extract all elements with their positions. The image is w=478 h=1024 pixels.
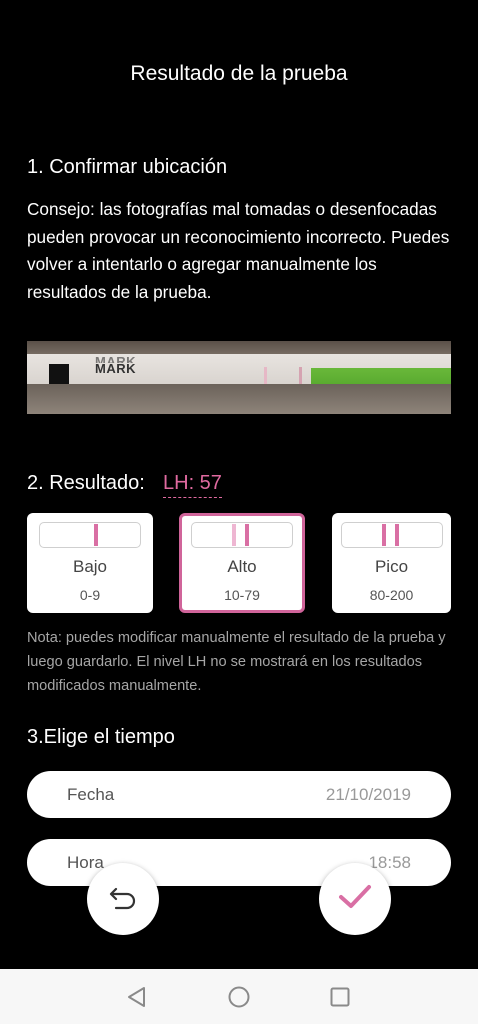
test-line-mark (245, 524, 249, 546)
undo-button[interactable] (87, 863, 159, 935)
result-option-bajo[interactable]: Bajo 0-9 (27, 513, 153, 613)
tip-text: Consejo: las fotografías mal tomadas o d… (27, 199, 450, 302)
home-circle-icon[interactable] (225, 983, 253, 1011)
date-label: Fecha (67, 785, 115, 804)
date-field[interactable]: Fecha 21/10/2019 (27, 771, 451, 818)
step2-title: 2. Resultado: (27, 472, 145, 494)
strip-indicator (191, 522, 293, 548)
control-line-mark (382, 524, 386, 546)
control-line-mark (232, 524, 236, 546)
lh-value[interactable]: LH: 57 (163, 472, 222, 498)
strip-background (27, 384, 451, 414)
strip-brand-text: MARK MARK (95, 356, 136, 376)
option-range: 0-9 (79, 587, 101, 603)
test-line-mark (395, 524, 399, 546)
option-label: Alto (227, 557, 257, 576)
step1-title: 1. Confirmar ubicación (27, 156, 228, 178)
strip-indicator (341, 522, 443, 548)
recents-square-icon[interactable] (326, 983, 354, 1011)
step3-title: 3.Elige el tiempo (27, 726, 175, 748)
date-value: 21/10/2019 (325, 785, 411, 804)
strip-indicator (39, 522, 141, 548)
option-label: Bajo (72, 557, 108, 576)
confirm-button[interactable] (319, 863, 391, 935)
strip-band: MARK MARK (27, 354, 451, 397)
undo-icon (106, 880, 140, 919)
page-title: Resultado de la prueba (130, 62, 348, 85)
option-label: Pico (374, 557, 409, 576)
option-range: 80-200 (369, 587, 414, 603)
back-triangle-icon[interactable] (123, 983, 151, 1011)
result-option-pico[interactable]: Pico 80-200 (332, 513, 451, 613)
check-icon (336, 878, 374, 921)
option-range: 10-79 (224, 587, 260, 603)
strip-logo (49, 364, 69, 384)
time-label: Hora (67, 853, 104, 872)
test-line-mark (94, 524, 98, 546)
note-text: Nota: puedes modificar manualmente el re… (27, 630, 446, 694)
time-field[interactable]: Hora 18:58 (27, 839, 451, 886)
test-strip-photo[interactable]: MARK MARK (27, 341, 451, 414)
result-option-alto[interactable]: Alto 10-79 (179, 513, 305, 613)
system-navigation-bar (0, 969, 478, 1024)
